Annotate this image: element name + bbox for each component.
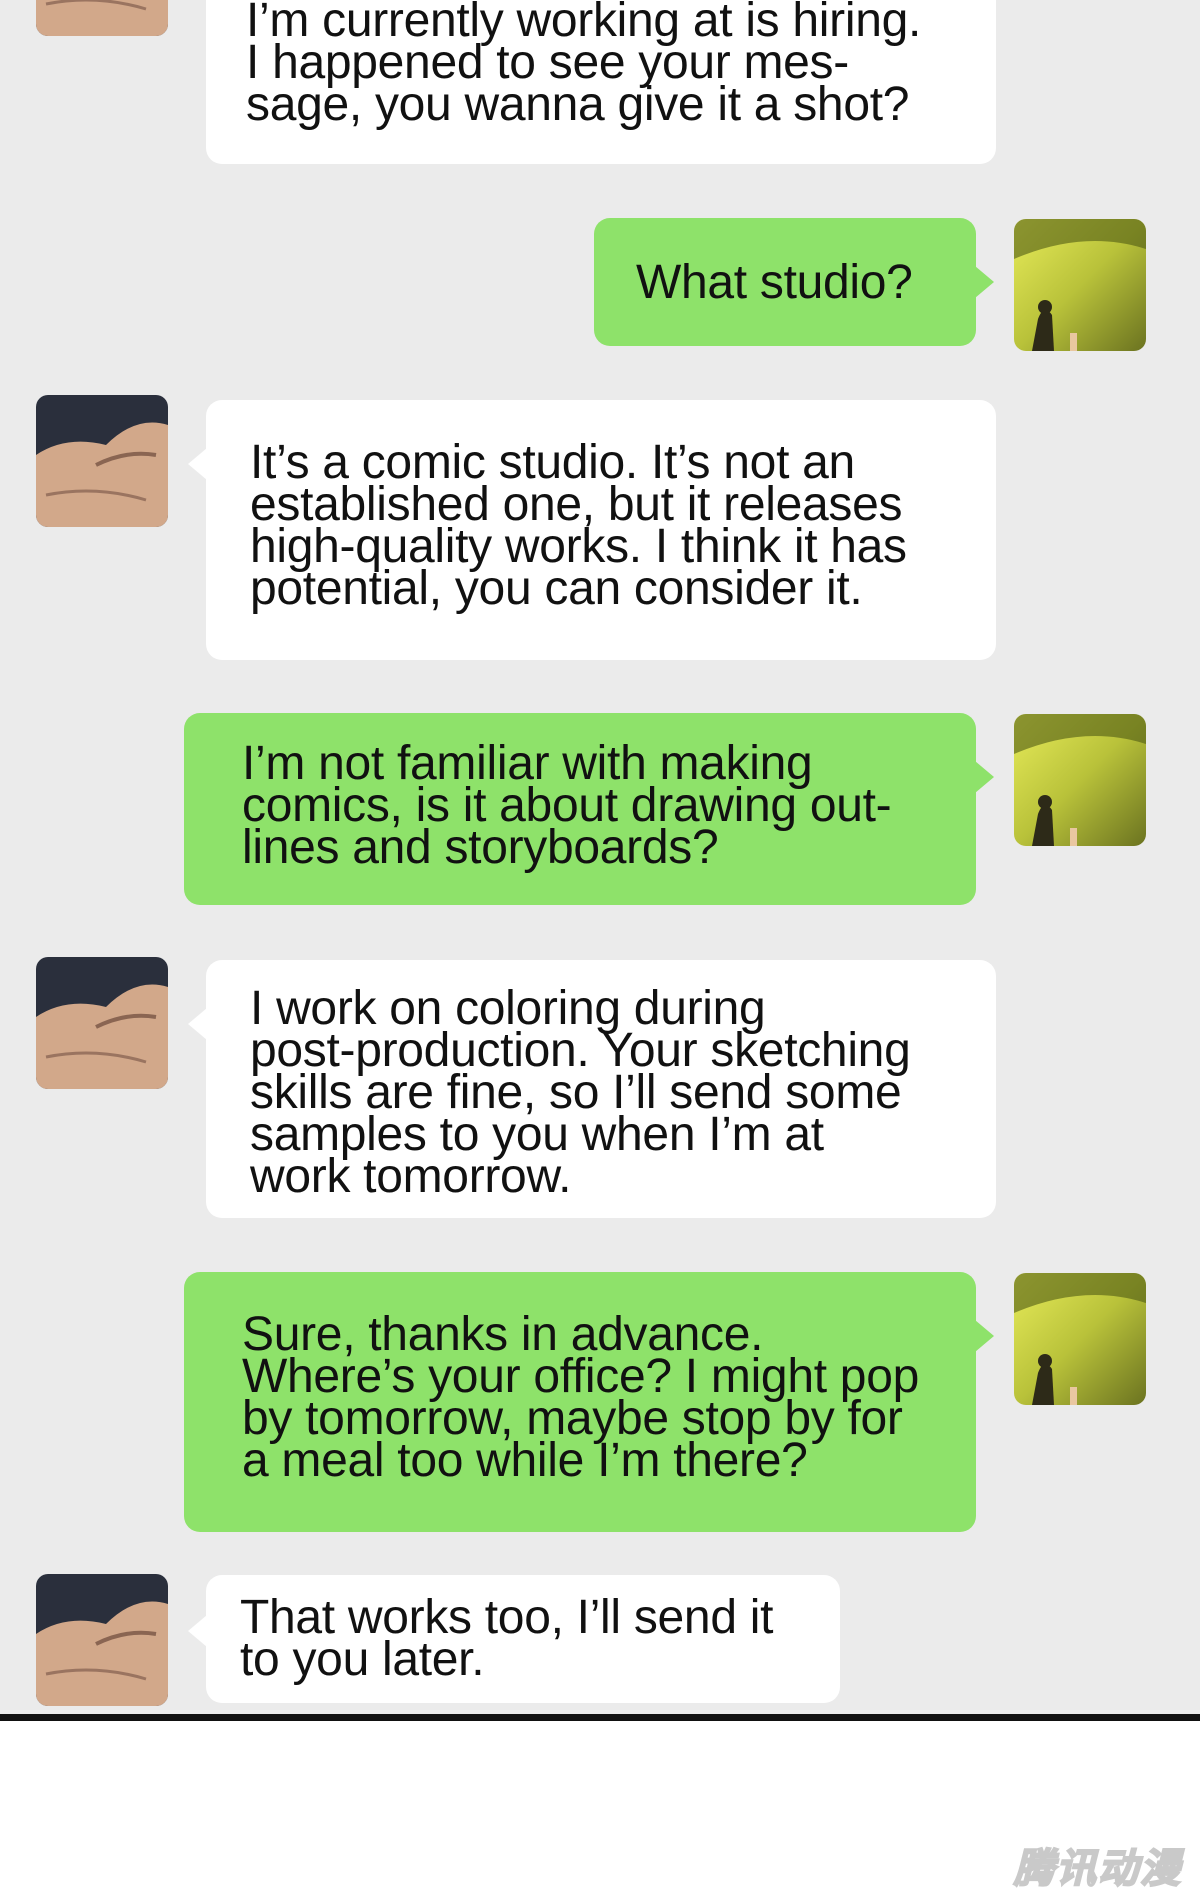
message-text: I’m currently working at is hiring. I ha…	[246, 0, 922, 131]
user-avatar[interactable]	[1014, 1273, 1146, 1405]
watermark-logo: 腾讯动漫	[1013, 1845, 1182, 1893]
outgoing-message-bubble[interactable]: What studio?	[594, 218, 994, 346]
bubble-tail	[188, 1008, 207, 1040]
lower-blank-area: 腾讯动漫	[0, 1721, 1200, 1898]
contact-avatar[interactable]	[36, 0, 168, 36]
muscular-arm-avatar-icon	[36, 0, 168, 36]
muscular-arm-avatar-icon	[36, 1574, 168, 1706]
sunset-figures-avatar-icon	[1014, 714, 1146, 846]
bubble-tail	[975, 1320, 994, 1352]
contact-avatar[interactable]	[36, 1574, 168, 1706]
muscular-arm-avatar-icon	[36, 395, 168, 527]
outgoing-message-bubble[interactable]: I’m not familiar with making comics, is …	[184, 713, 994, 905]
sunset-figures-avatar-icon	[1014, 219, 1146, 351]
bubble-tail	[188, 1615, 207, 1647]
contact-avatar[interactable]	[36, 957, 168, 1089]
bubble-tail	[188, 448, 207, 480]
message-text: That works too, I’ll send it to you late…	[240, 1591, 774, 1686]
message-text: I’m not familiar with making comics, is …	[242, 737, 892, 874]
message-text: I work on coloring during post-productio…	[250, 982, 911, 1203]
message-text: What studio?	[636, 256, 913, 309]
incoming-message-bubble[interactable]: That works too, I’ll send it to you late…	[188, 1575, 840, 1703]
muscular-arm-avatar-icon	[36, 957, 168, 1089]
incoming-message-bubble[interactable]: I work on coloring during post-productio…	[188, 960, 996, 1218]
user-avatar[interactable]	[1014, 714, 1146, 846]
message-text: Sure, thanks in advance. Where’s your of…	[242, 1308, 919, 1487]
sunset-figures-avatar-icon	[1014, 1273, 1146, 1405]
bubble-tail	[975, 266, 994, 298]
message-text: It’s a comic studio. It’s not an establi…	[250, 436, 907, 615]
bubble-tail	[975, 761, 994, 793]
incoming-message-bubble[interactable]: It’s a comic studio. It’s not an establi…	[188, 400, 996, 660]
user-avatar[interactable]	[1014, 219, 1146, 351]
incoming-message-bubble[interactable]: I’m currently working at is hiring. I ha…	[206, 0, 996, 164]
panel-divider	[0, 1714, 1200, 1721]
chat-area[interactable]: I’m currently working at is hiring. I ha…	[0, 0, 1200, 1716]
contact-avatar[interactable]	[36, 395, 168, 527]
outgoing-message-bubble[interactable]: Sure, thanks in advance. Where’s your of…	[184, 1272, 994, 1532]
